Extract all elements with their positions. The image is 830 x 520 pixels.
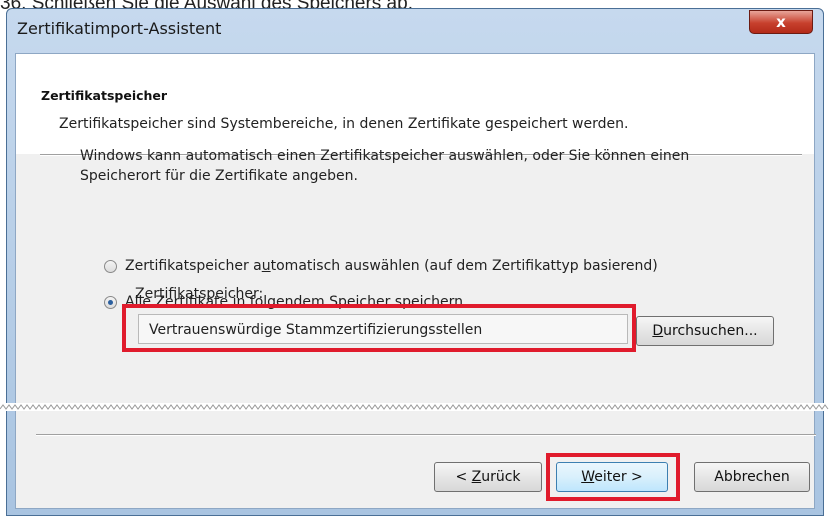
store-label: Zertifikatspeicher:: [135, 286, 264, 302]
wizard-client-area: Zertifikatspeicher Zertifikatspeicher si…: [15, 53, 815, 509]
wizard-header: Zertifikatspeicher Zertifikatspeicher si…: [16, 54, 814, 154]
intro-text: Windows kann automatisch einen Zertifika…: [80, 148, 690, 184]
page-description: Zertifikatspeicher sind Systembereiche, …: [59, 116, 629, 132]
radio-auto-icon[interactable]: [104, 259, 117, 273]
radio-manual-icon[interactable]: [104, 295, 117, 309]
radio-auto-label: Zertifikatspeicher automatisch auswählen…: [125, 258, 658, 274]
back-button[interactable]: < Zurück: [434, 462, 542, 492]
browse-button[interactable]: Durchsuchen...: [636, 316, 774, 346]
close-icon: x: [776, 13, 786, 31]
torn-edge-icon: [0, 404, 829, 410]
radio-auto-select[interactable]: Zertifikatspeicher automatisch auswählen…: [104, 258, 658, 274]
title-bar: Zertifikatimport-Assistent x: [7, 9, 823, 55]
footer-divider: [36, 434, 816, 436]
cancel-button[interactable]: Abbrechen: [694, 462, 810, 492]
window-title: Zertifikatimport-Assistent: [17, 19, 222, 38]
torn-edge-divider: [0, 403, 830, 411]
store-field-highlight: [122, 304, 636, 352]
page-title: Zertifikatspeicher: [41, 88, 168, 103]
close-button[interactable]: x: [749, 10, 813, 34]
next-button-highlight: [546, 453, 680, 501]
